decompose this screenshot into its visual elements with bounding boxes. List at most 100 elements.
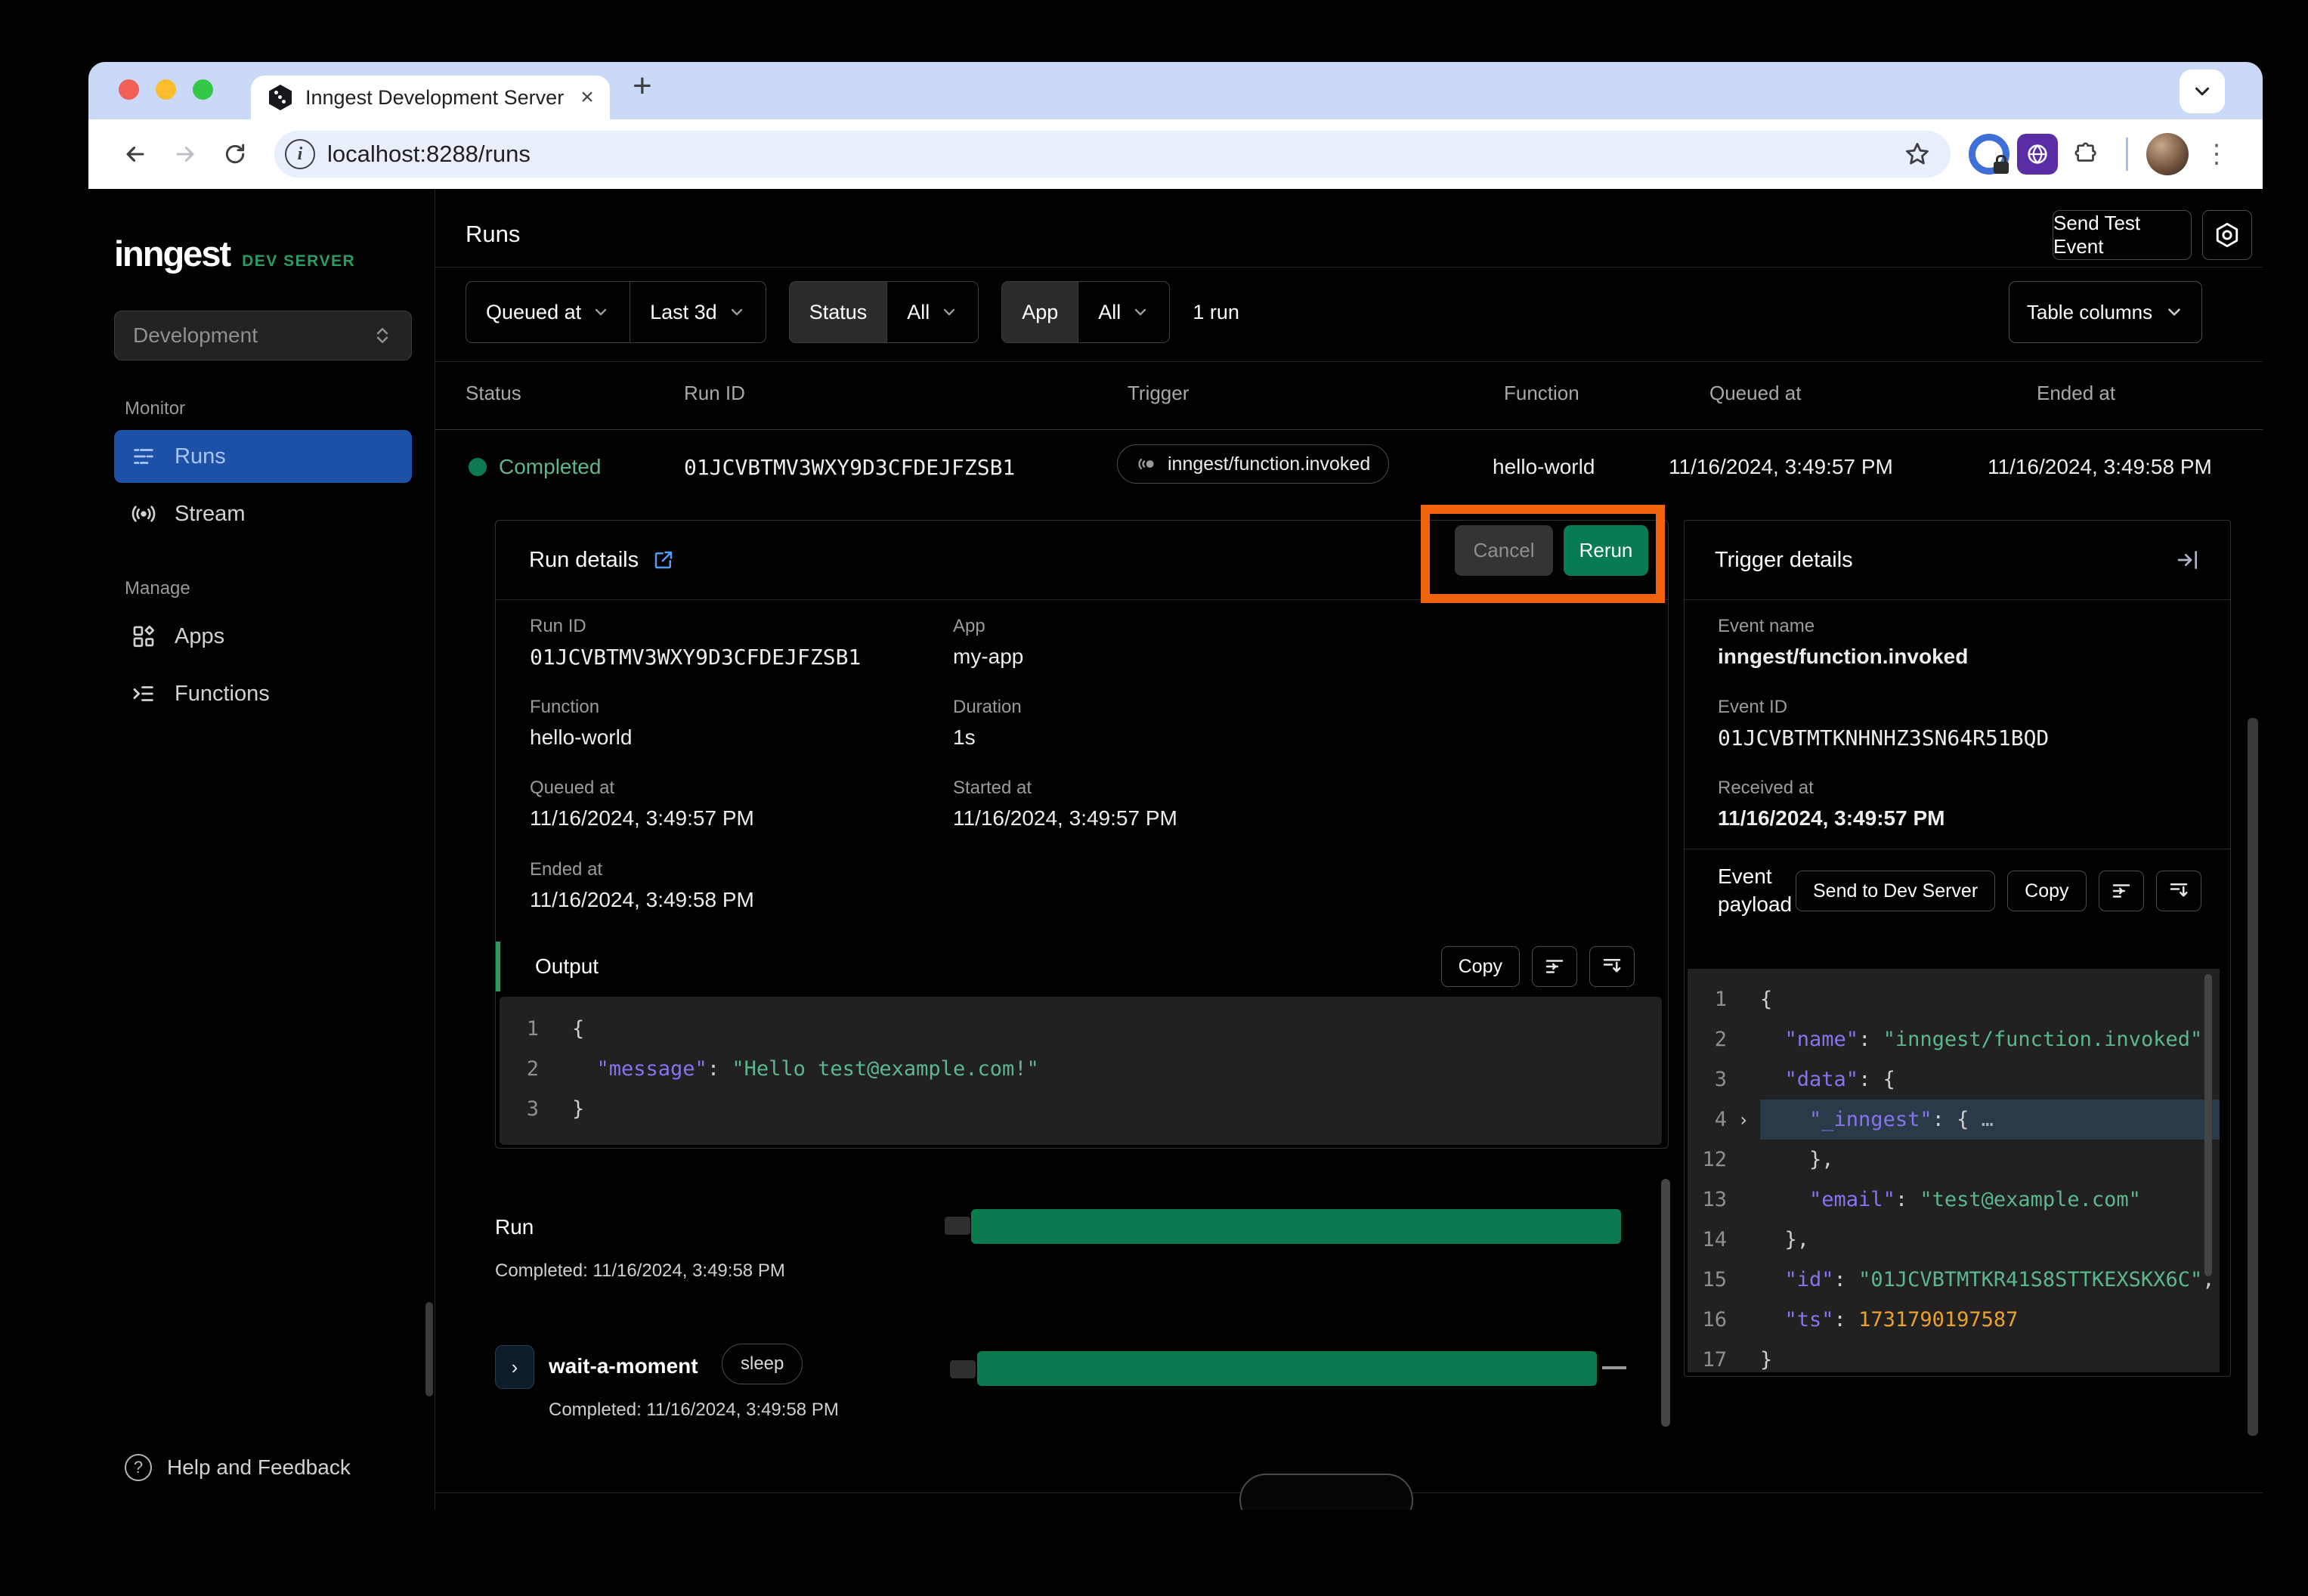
row-status[interactable]: Completed: [499, 455, 601, 479]
chevron-down-icon: [940, 303, 958, 321]
expand-output-button[interactable]: [1589, 946, 1635, 987]
help-icon: ?: [125, 1454, 152, 1481]
trigger-event-pill[interactable]: inngest/function.invoked: [1117, 444, 1389, 484]
payload-scrollbar[interactable]: [2204, 974, 2212, 1276]
row-function[interactable]: hello-world: [1493, 455, 1595, 479]
bookmark-star-icon[interactable]: [1904, 141, 1931, 168]
payload-word-wrap-button[interactable]: [2099, 871, 2144, 911]
col-queued-at: Queued at: [1709, 382, 1801, 405]
gear-icon: [2214, 221, 2241, 249]
app-link[interactable]: my-app: [953, 645, 1023, 669]
payload-expand-button[interactable]: [2156, 871, 2201, 911]
timeline-run-bar[interactable]: [971, 1209, 1621, 1244]
rerun-button[interactable]: Rerun: [1564, 525, 1648, 576]
help-and-feedback[interactable]: ? Help and Feedback: [125, 1454, 351, 1481]
sidebar-item-apps[interactable]: Apps: [114, 610, 412, 663]
inngest-logo: inngest: [114, 233, 230, 274]
maximize-window-button[interactable]: [193, 79, 213, 100]
step-bar[interactable]: [977, 1351, 1597, 1386]
settings-gear-button[interactable]: [2202, 210, 2252, 260]
code-line: 1{: [500, 1009, 1662, 1049]
open-in-new-tab-icon[interactable]: [652, 549, 675, 571]
filter-bar: Queued at Last 3d Status All App All 1 r…: [466, 281, 1239, 343]
browser-toolbar: i localhost:8288/runs ⋮: [88, 119, 2263, 189]
url-text[interactable]: localhost:8288/runs: [327, 141, 1892, 168]
forward-button[interactable]: [164, 133, 206, 175]
send-to-dev-server-button[interactable]: Send to Dev Server: [1796, 871, 1995, 911]
partially-visible-button[interactable]: [1239, 1474, 1413, 1510]
profile-avatar[interactable]: [2146, 133, 2189, 175]
code-line: 2 "message": "Hello test@example.com!": [500, 1049, 1662, 1089]
status-filter-value: All: [907, 301, 930, 324]
chevron-down-icon: [728, 303, 746, 321]
time-filter[interactable]: Queued at Last 3d: [466, 281, 766, 343]
duration-label: Duration: [953, 697, 1022, 718]
received-at-label: Received at: [1718, 778, 1944, 799]
tab-close-icon[interactable]: ×: [577, 85, 597, 110]
step-expand-button[interactable]: ›: [495, 1345, 534, 1389]
queued-at-label: Queued at: [530, 778, 754, 799]
back-button[interactable]: [114, 133, 156, 175]
sidebar-scrollbar[interactable]: [425, 1302, 433, 1396]
extensions-puzzle-icon[interactable]: [2065, 133, 2108, 175]
code-line: 14 },: [1688, 1220, 2220, 1260]
site-info-icon[interactable]: i: [285, 139, 315, 169]
queued-at-value: 11/16/2024, 3:49:57 PM: [530, 806, 754, 830]
row-run-id[interactable]: 01JCVBTMV3WXY9D3CFDEJFZSB1: [684, 455, 1015, 480]
code-line: 17}: [1688, 1340, 2220, 1372]
status-filter[interactable]: Status All: [789, 281, 979, 343]
word-wrap-icon: [1543, 955, 1566, 978]
timeline-run-completed: Completed: 11/16/2024, 3:49:58 PM: [495, 1260, 785, 1282]
code-line: 1{: [1688, 979, 2220, 1019]
tab-title: Inngest Development Server: [305, 86, 564, 110]
payload-copy-button[interactable]: Copy: [2007, 871, 2086, 911]
collapse-panel-icon[interactable]: [2176, 548, 2200, 572]
reload-button[interactable]: [214, 133, 256, 175]
row-ended-at: 11/16/2024, 3:49:58 PM: [1988, 455, 2212, 479]
extension-icon[interactable]: [2017, 134, 2058, 175]
expand-down-icon: [1601, 955, 1623, 978]
monitor-section-label: Monitor: [125, 398, 412, 419]
output-code-block[interactable]: 1{2 "message": "Hello test@example.com!"…: [500, 997, 1662, 1145]
chevron-updown-icon: [372, 325, 393, 346]
event-name-label: Event name: [1718, 616, 1968, 637]
sidebar-item-functions[interactable]: Functions: [114, 667, 412, 720]
details-scrollbar[interactable]: [1661, 1179, 1670, 1427]
send-test-event-button[interactable]: Send Test Event: [2053, 210, 2192, 260]
output-copy-button[interactable]: Copy: [1441, 946, 1520, 987]
event-pulse-icon: [1136, 453, 1157, 475]
browser-menu-icon[interactable]: ⋮: [2196, 139, 2237, 169]
address-bar[interactable]: i localhost:8288/runs: [274, 131, 1951, 178]
duration-value: 1s: [953, 725, 1022, 750]
tab-search-button[interactable]: [2180, 70, 2225, 113]
event-payload-code-block[interactable]: 1{2 "name": "inngest/function.invoked",3…: [1688, 969, 2220, 1372]
sidebar-item-runs[interactable]: Runs: [114, 430, 412, 483]
password-manager-extension-icon[interactable]: [1969, 134, 2009, 175]
app-filter[interactable]: App All: [1001, 281, 1170, 343]
col-run-id: Run ID: [684, 382, 745, 405]
time-field-label: Queued at: [486, 301, 581, 324]
function-link[interactable]: hello-world: [530, 725, 632, 750]
sidebar-item-label: Apps: [175, 624, 224, 649]
environment-selector[interactable]: Development: [114, 311, 412, 360]
word-wrap-button[interactable]: [1532, 946, 1577, 987]
code-line[interactable]: 4› "_inngest": { …: [1688, 1100, 2220, 1140]
table-columns-button[interactable]: Table columns: [2009, 281, 2202, 343]
cancel-button[interactable]: Cancel: [1455, 525, 1553, 576]
ended-at-value: 11/16/2024, 3:49:58 PM: [530, 888, 754, 912]
toolbar-divider: [2126, 138, 2128, 171]
received-at-value: 11/16/2024, 3:49:57 PM: [1718, 806, 1944, 830]
close-window-button[interactable]: [119, 79, 139, 100]
new-tab-button[interactable]: +: [633, 70, 652, 103]
stream-icon: [131, 501, 156, 527]
browser-tab[interactable]: Inngest Development Server ×: [251, 76, 610, 119]
event-id-label: Event ID: [1718, 697, 2049, 718]
help-label: Help and Feedback: [167, 1455, 351, 1480]
minimize-window-button[interactable]: [156, 79, 176, 100]
run-count: 1 run: [1193, 301, 1239, 324]
main-content: Runs Send Test Event Queued at Last 3d S…: [435, 189, 2263, 1510]
code-line: 16 "ts": 1731790197587: [1688, 1300, 2220, 1340]
sidebar-item-stream[interactable]: Stream: [114, 487, 412, 540]
main-scrollbar[interactable]: [2248, 718, 2258, 1436]
code-line: 13 "email": "test@example.com": [1688, 1180, 2220, 1220]
